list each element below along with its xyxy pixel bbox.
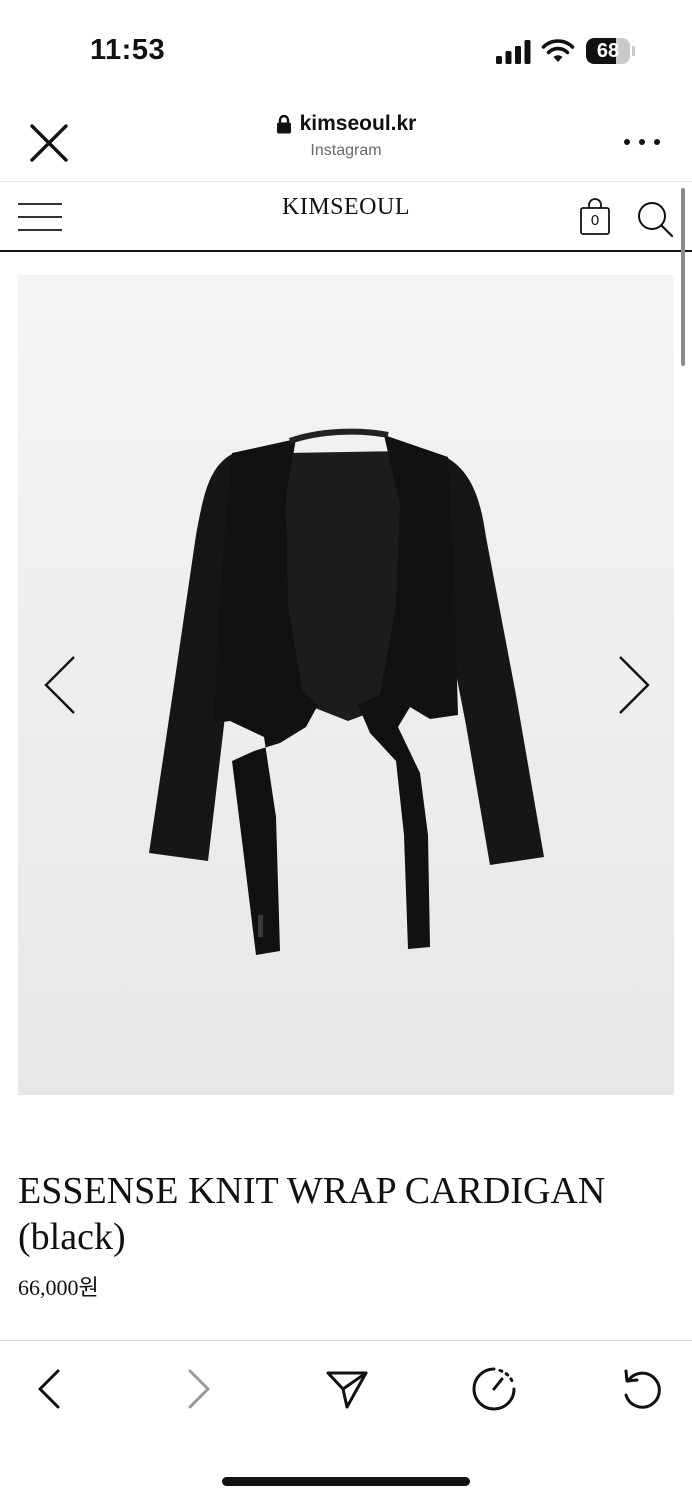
menu-line	[18, 216, 62, 218]
more-dot	[639, 139, 645, 145]
send-icon[interactable]	[322, 1365, 370, 1413]
wifi-icon	[541, 39, 575, 62]
url-source: Instagram	[310, 142, 382, 159]
home-indicator[interactable]	[222, 1477, 470, 1486]
back-arrow-icon[interactable]	[26, 1365, 74, 1413]
menu-line	[18, 203, 62, 205]
lock-icon	[276, 114, 291, 134]
url-line: kimseoul.kr	[196, 112, 496, 136]
menu-icon[interactable]	[18, 200, 62, 234]
battery-level: 68	[596, 40, 620, 62]
status-bar: 11:53 68	[0, 0, 692, 100]
product-title: ESSENSE KNIT WRAP CARDIGAN (black)	[18, 1170, 606, 1258]
chevron-left-icon[interactable]	[40, 653, 80, 717]
timer-icon[interactable]	[470, 1365, 518, 1413]
more-dot	[654, 139, 660, 145]
more-dot	[624, 139, 630, 145]
product-price: 66,000원	[18, 1275, 99, 1300]
product-photo	[149, 428, 544, 955]
reload-icon[interactable]	[618, 1365, 666, 1413]
battery-body: 68	[586, 38, 630, 64]
browser-header: kimseoul.kr Instagram	[0, 100, 692, 182]
page-scrollbar[interactable]	[681, 188, 685, 366]
more-icon[interactable]	[624, 132, 660, 152]
site-nav: KIMSEOUL 0	[0, 182, 692, 252]
forward-arrow-icon[interactable]	[174, 1365, 222, 1413]
battery-cap	[632, 46, 635, 56]
url-domain: kimseoul.kr	[299, 112, 417, 135]
cart-button[interactable]: 0	[578, 198, 612, 236]
brand-logo[interactable]: KIMSEOUL	[282, 194, 410, 220]
cart-count: 0	[590, 212, 600, 229]
cellular-signal-icon	[496, 40, 531, 64]
close-icon[interactable]	[26, 120, 72, 166]
url-display[interactable]: kimseoul.kr Instagram	[196, 112, 496, 160]
battery-indicator: 68	[586, 38, 635, 64]
search-icon[interactable]	[636, 200, 674, 238]
status-time: 11:53	[90, 34, 166, 66]
menu-line	[18, 229, 62, 231]
product-image[interactable]	[18, 275, 674, 1095]
chevron-right-icon[interactable]	[614, 653, 654, 717]
browser-toolbar	[0, 1340, 692, 1500]
